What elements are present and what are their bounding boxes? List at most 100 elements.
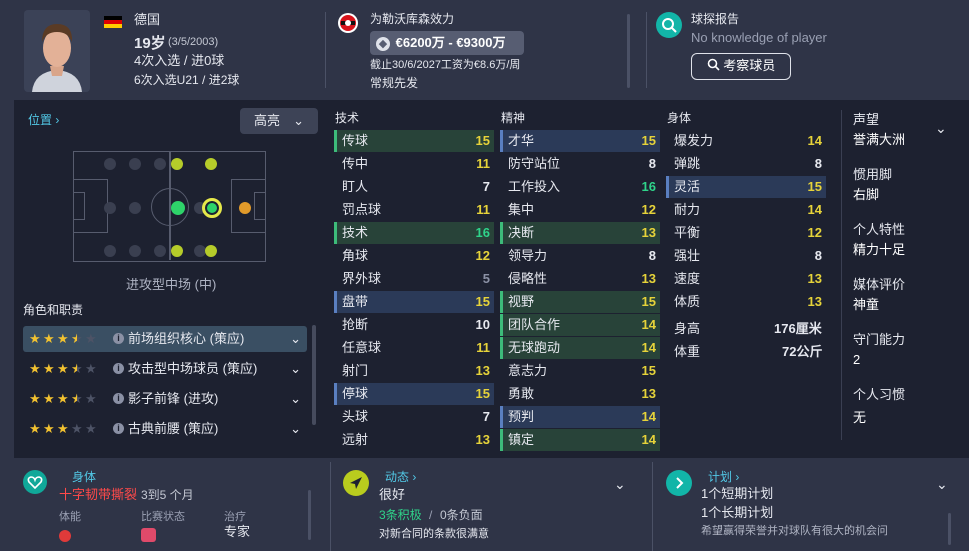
attribute-row[interactable]: 勇敢 13	[500, 383, 660, 405]
long-term-plans: 1个长期计划	[701, 505, 774, 520]
attribute-row[interactable]: 无球跑动 14	[500, 337, 660, 359]
scrollbar[interactable]	[948, 513, 951, 545]
attribute-name: 镇定	[508, 432, 535, 447]
attribute-row[interactable]: 预判 14	[500, 406, 660, 428]
role-row[interactable]: ★ ★ ★ ★ ★ i 古典前腰 (策应) ⌄	[23, 416, 307, 442]
chevron-down-icon[interactable]: ⌄	[290, 356, 301, 382]
heart-icon	[23, 470, 47, 494]
attribute-row[interactable]: 侵略性 13	[500, 268, 660, 290]
weight-value: 72公斤	[782, 344, 823, 359]
dynamics-icon	[343, 470, 369, 496]
club-line: 为勒沃库森效力	[370, 12, 455, 26]
attribute-row[interactable]: 体质 13	[666, 291, 826, 313]
scrollbar[interactable]	[627, 14, 630, 88]
attribute-row[interactable]: 防守站位 8	[500, 153, 660, 175]
role-name: 前场组织核心 (策应)	[128, 331, 245, 346]
attribute-value: 8	[648, 248, 656, 263]
chevron-down-icon[interactable]: ⌄	[614, 476, 626, 493]
attribute-row[interactable]: 罚点球 11	[334, 199, 494, 221]
attribute-value: 11	[476, 340, 490, 355]
mental-title: 精神	[501, 111, 526, 125]
attribute-row[interactable]: 角球 12	[334, 245, 494, 267]
attribute-row[interactable]: 远射 13	[334, 429, 494, 451]
attribute-row[interactable]: 盘带 15	[334, 291, 494, 313]
info-icon[interactable]: i	[113, 423, 124, 434]
half-star-icon: ★	[71, 386, 83, 412]
chevron-down-icon[interactable]: ⌄	[290, 386, 301, 412]
plans-icon	[666, 470, 692, 496]
attribute-row[interactable]: 传球 15	[334, 130, 494, 152]
role-row[interactable]: ★ ★ ★ ★ ★ i 攻击型中场球员 (策应) ⌄	[23, 356, 307, 382]
star-icon: ★	[85, 331, 97, 346]
physical-panel-title[interactable]: 身体	[72, 470, 96, 485]
role-row[interactable]: ★ ★ ★ ★ ★ i 前场组织核心 (策应) ⌄	[23, 326, 307, 352]
attribute-row[interactable]: 任意球 11	[334, 337, 494, 359]
info-icon[interactable]: i	[113, 333, 124, 344]
attribute-row[interactable]: 头球 7	[334, 406, 494, 428]
role-row[interactable]: ★ ★ ★ ★ ★ i 影子前锋 (进攻) ⌄	[23, 386, 307, 412]
attribute-value: 15	[641, 294, 656, 309]
height-value: 176厘米	[774, 321, 822, 336]
attribute-row[interactable]: 工作投入 16	[500, 176, 660, 198]
attribute-row[interactable]: 视野 15	[500, 291, 660, 313]
attribute-value: 14	[641, 432, 656, 447]
attribute-row[interactable]: 传中 11	[334, 153, 494, 175]
star-icon: ★	[43, 331, 55, 346]
attribute-name: 团队合作	[508, 317, 561, 332]
attribute-row[interactable]: 领导力 8	[500, 245, 660, 267]
attribute-value: 11	[476, 156, 490, 171]
chevron-down-icon[interactable]: ⌄	[290, 416, 301, 442]
attribute-row[interactable]: 抢断 10	[334, 314, 494, 336]
scout-report-subtitle: No knowledge of player	[691, 30, 827, 45]
position-link[interactable]: 位置 ›	[28, 113, 59, 128]
attribute-row[interactable]: 才华 15	[500, 130, 660, 152]
attribute-value: 14	[641, 409, 656, 424]
attribute-row[interactable]: 决断 13	[500, 222, 660, 244]
attribute-name: 抢断	[342, 317, 369, 332]
attribute-value: 13	[807, 294, 822, 309]
attribute-row[interactable]: 爆发力 14	[666, 130, 826, 152]
scrollbar[interactable]	[308, 490, 311, 540]
attribute-name: 无球跑动	[508, 340, 561, 355]
attribute-row[interactable]: 射门 13	[334, 360, 494, 382]
attribute-value: 14	[641, 317, 656, 332]
scout-player-button[interactable]: 考察球员	[691, 53, 791, 80]
search-icon	[707, 55, 720, 79]
attribute-row[interactable]: 意志力 15	[500, 360, 660, 382]
personality-label: 个人特性	[853, 222, 906, 237]
dynamics-title[interactable]: 动态 ›	[385, 470, 416, 485]
attribute-name: 角球	[342, 248, 369, 263]
scout-player-label: 考察球员	[723, 58, 776, 73]
attribute-row[interactable]: 停球 15	[334, 383, 494, 405]
attribute-row[interactable]: 技术 16	[334, 222, 494, 244]
star-icon: ★	[85, 361, 97, 376]
attribute-row[interactable]: 耐力 14	[666, 199, 826, 221]
star-icon: ★	[57, 391, 69, 406]
chevron-down-icon[interactable]: ⌄	[935, 120, 947, 137]
info-icon[interactable]: i	[113, 393, 124, 404]
attribute-row[interactable]: 速度 13	[666, 268, 826, 290]
info-icon[interactable]: i	[113, 363, 124, 374]
attribute-row[interactable]: 界外球 5	[334, 268, 494, 290]
attribute-row[interactable]: 灵活 15	[666, 176, 826, 198]
dynamics-note: 对新合同的条款很满意	[379, 528, 489, 540]
position-dot-selected	[202, 198, 222, 218]
attribute-row[interactable]: 盯人 7	[334, 176, 494, 198]
plans-title[interactable]: 计划 ›	[708, 470, 739, 485]
attribute-row[interactable]: 团队合作 14	[500, 314, 660, 336]
roles-scrollbar[interactable]	[312, 325, 316, 425]
attribute-row[interactable]: 强壮 8	[666, 245, 826, 267]
media-label: 媒体评价	[853, 277, 906, 292]
highlight-dropdown[interactable]: 高亮 ⌄	[240, 108, 318, 134]
attribute-row[interactable]: 平衡 12	[666, 222, 826, 244]
attribute-name: 才华	[508, 133, 535, 148]
attribute-value: 13	[807, 271, 822, 286]
attribute-row[interactable]: 集中 12	[500, 199, 660, 221]
attribute-row[interactable]: 弹跳 8	[666, 153, 826, 175]
star-icon: ★	[57, 361, 69, 376]
attribute-row[interactable]: 镇定 14	[500, 429, 660, 451]
position-dot	[171, 158, 183, 170]
media-value: 神童	[853, 297, 880, 312]
chevron-down-icon[interactable]: ⌄	[936, 476, 948, 493]
chevron-down-icon[interactable]: ⌄	[290, 326, 301, 352]
